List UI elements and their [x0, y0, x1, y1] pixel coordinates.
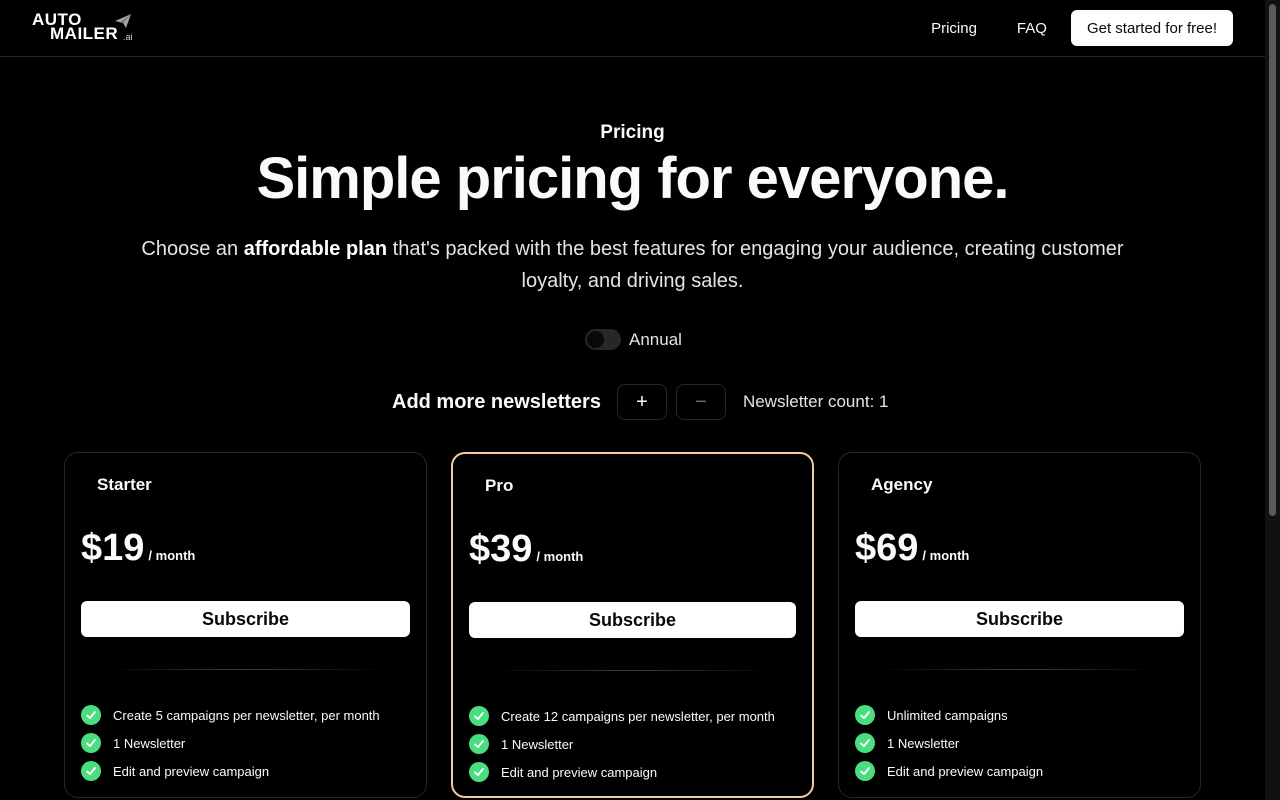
feature-text: Edit and preview campaign [501, 764, 658, 780]
add-newsletters-title: Add more newsletters [392, 390, 601, 413]
check-icon [469, 706, 489, 726]
plan-card-starter: Starter $19 / month Subscribe Create 5 c… [64, 452, 427, 798]
feature-list: Unlimited campaigns 1 Newsletter Edit an… [855, 701, 1043, 785]
feature-text: 1 Newsletter [501, 736, 574, 752]
feature-item: 1 Newsletter [855, 729, 1043, 757]
price-amount: $19 [81, 527, 145, 569]
feature-item: Create 12 campaigns per newsletter, per … [469, 702, 775, 730]
check-icon [855, 761, 875, 781]
price-amount: $69 [855, 527, 919, 569]
site-header: AUTO MAILER .ai Pricing FAQ Get started … [0, 0, 1265, 57]
feature-item: Unlimited campaigns [855, 701, 1043, 729]
plan-name: Agency [871, 475, 933, 494]
card-divider [879, 669, 1159, 670]
subtitle-text-post: that's packed with the best features for… [387, 238, 1124, 292]
check-icon [81, 761, 101, 781]
feature-text: Create 5 campaigns per newsletter, per m… [113, 707, 380, 723]
plan-price: $39 / month [469, 528, 583, 571]
feature-text: 1 Newsletter [887, 735, 960, 751]
check-icon [81, 705, 101, 725]
feature-list: Create 12 campaigns per newsletter, per … [469, 702, 775, 786]
subscribe-button[interactable]: Subscribe [81, 601, 410, 637]
logo-suffix: .ai [123, 32, 133, 42]
toggle-knob [587, 331, 604, 348]
page-scrollbar[interactable] [1265, 0, 1280, 800]
newsletter-count: Newsletter count: 1 [742, 392, 889, 411]
feature-list: Create 5 campaigns per newsletter, per m… [81, 701, 380, 785]
paper-plane-icon [115, 14, 131, 28]
subtitle-text-pre: Choose an [141, 238, 244, 260]
page-title: Simple pricing for everyone. [256, 146, 1010, 211]
annual-billing-toggle[interactable] [585, 329, 621, 350]
add-newsletter-button[interactable]: + [616, 384, 667, 420]
nav-faq-link[interactable]: FAQ [1017, 20, 1047, 37]
check-icon [81, 733, 101, 753]
plan-price: $19 / month [81, 527, 195, 570]
nav-pricing-link[interactable]: Pricing [931, 20, 977, 37]
check-icon [469, 762, 489, 782]
feature-item: Edit and preview campaign [81, 757, 380, 785]
price-period: / month [148, 548, 196, 563]
check-icon [855, 733, 875, 753]
card-divider [105, 669, 385, 670]
check-icon [855, 705, 875, 725]
remove-newsletter-button[interactable]: − [675, 384, 726, 420]
feature-item: Create 5 campaigns per newsletter, per m… [81, 701, 380, 729]
plan-price: $69 / month [855, 527, 969, 570]
section-eyebrow: Pricing [600, 122, 665, 143]
plan-name: Pro [485, 476, 514, 495]
logo[interactable]: AUTO MAILER .ai [32, 11, 133, 44]
billing-toggle-row: Annual [585, 329, 682, 350]
subscribe-button[interactable]: Subscribe [469, 602, 796, 638]
annual-label: Annual [629, 329, 682, 349]
subtitle-emphasis: affordable plan [243, 238, 388, 260]
feature-item: 1 Newsletter [469, 730, 775, 758]
feature-item: Edit and preview campaign [855, 757, 1043, 785]
feature-item: 1 Newsletter [81, 729, 380, 757]
get-started-button[interactable]: Get started for free! [1070, 10, 1233, 46]
top-nav: Pricing FAQ Get started for free! [931, 10, 1233, 46]
feature-text: Edit and preview campaign [887, 763, 1044, 779]
feature-text: 1 Newsletter [113, 735, 186, 751]
newsletter-counter: Add more newsletters + − Newsletter coun… [392, 384, 888, 420]
feature-text: Unlimited campaigns [887, 707, 1008, 723]
feature-text: Create 12 campaigns per newsletter, per … [501, 708, 775, 724]
card-divider [493, 670, 773, 671]
scrollbar-thumb[interactable] [1269, 4, 1276, 516]
plan-card-agency: Agency $69 / month Subscribe Unlimited c… [838, 452, 1201, 798]
logo-line-2: MAILER [50, 24, 119, 43]
feature-text: Edit and preview campaign [113, 763, 270, 779]
price-amount: $39 [469, 528, 533, 570]
price-period: / month [536, 549, 584, 564]
feature-item: Edit and preview campaign [469, 758, 775, 786]
page-subtitle: Choose an affordable plan that's packed … [140, 233, 1125, 297]
subscribe-button[interactable]: Subscribe [855, 601, 1184, 637]
plan-name: Starter [97, 475, 152, 494]
price-period: / month [922, 548, 970, 563]
check-icon [469, 734, 489, 754]
plan-card-pro: Pro $39 / month Subscribe Create 12 camp… [451, 452, 814, 798]
